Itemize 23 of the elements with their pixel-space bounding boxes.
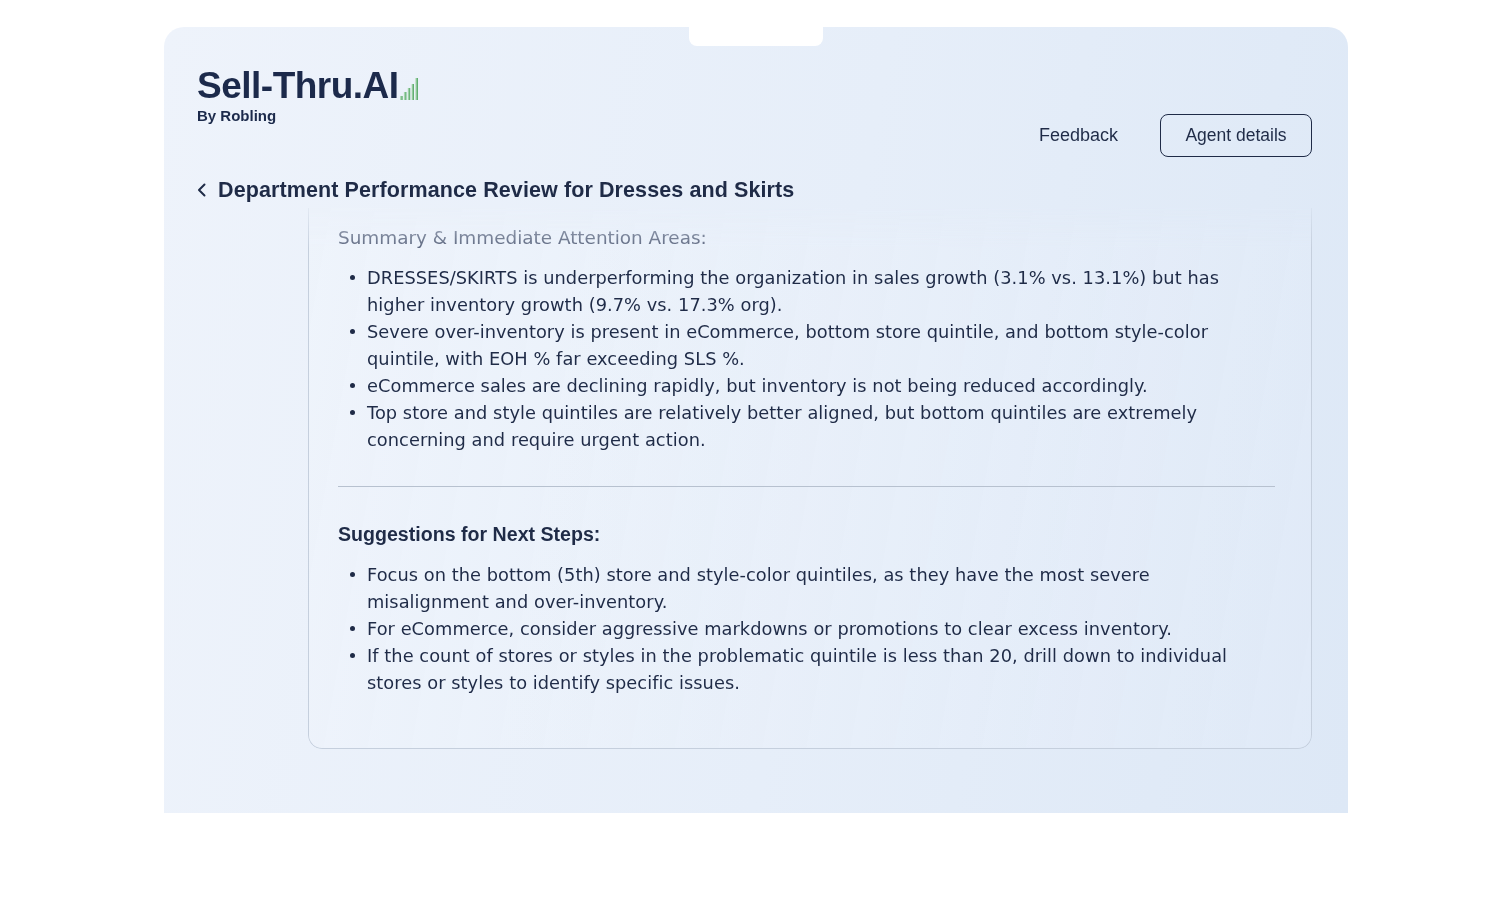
- section-heading: Suggestions for Next Steps:: [338, 522, 602, 547]
- bullet-text: Top store and style quintiles are relatively better aligned, but bottom quintiles are extremely concerning and require urgent action.: [367, 401, 1199, 452]
- bullet-icon: [350, 626, 355, 631]
- bar-chart-icon: [399, 78, 418, 100]
- section-heading: Summary & Immediate Attention Areas:: [338, 226, 708, 250]
- bullet-text: For eCommerce, consider aggressive markdowns or promotions to clear excess inventory.: [367, 617, 1172, 641]
- bullet-text: Focus on the bottom (5th) store and style-color quintiles, as they have the most severe misalignment and over-inventory.: [367, 563, 1151, 614]
- bullet-icon: [350, 383, 355, 388]
- bullet-text: eCommerce sales are declining rapidly, but inventory is not being reduced accordingly.: [367, 374, 1148, 398]
- bullet-icon: [350, 329, 355, 334]
- bullet-icon: [350, 572, 355, 577]
- bullet-icon: [350, 653, 355, 658]
- page-title: Department Performance Review for Dresses and Skirts: [218, 179, 795, 201]
- logo-tagline: By Robling: [197, 107, 277, 125]
- feedback-link[interactable]: Feedback: [1038, 125, 1118, 146]
- bullet-text: Severe over-inventory is present in eCommerce, bottom store quintile, and bottom style-color quintile, with EOH % far exceeding SLS %.: [367, 320, 1210, 371]
- back-chevron-icon[interactable]: [197, 183, 206, 197]
- agent-details-button[interactable]: Agent details: [1160, 114, 1312, 157]
- bullet-icon: [350, 410, 355, 415]
- logo-text: Sell-Thru.AI: [197, 64, 399, 104]
- bullet-icon: [350, 275, 355, 280]
- bullet-text: DRESSES/SKIRTS is underperforming the organization in sales growth (3.1% vs. 13.1%) but has higher inventory growth (9.7% vs. 17.3% org).: [367, 266, 1220, 317]
- bullet-text: If the count of stores or styles in the problematic quintile is less than 20, drill down to individual stores or styles to identify specific issues.: [367, 644, 1229, 695]
